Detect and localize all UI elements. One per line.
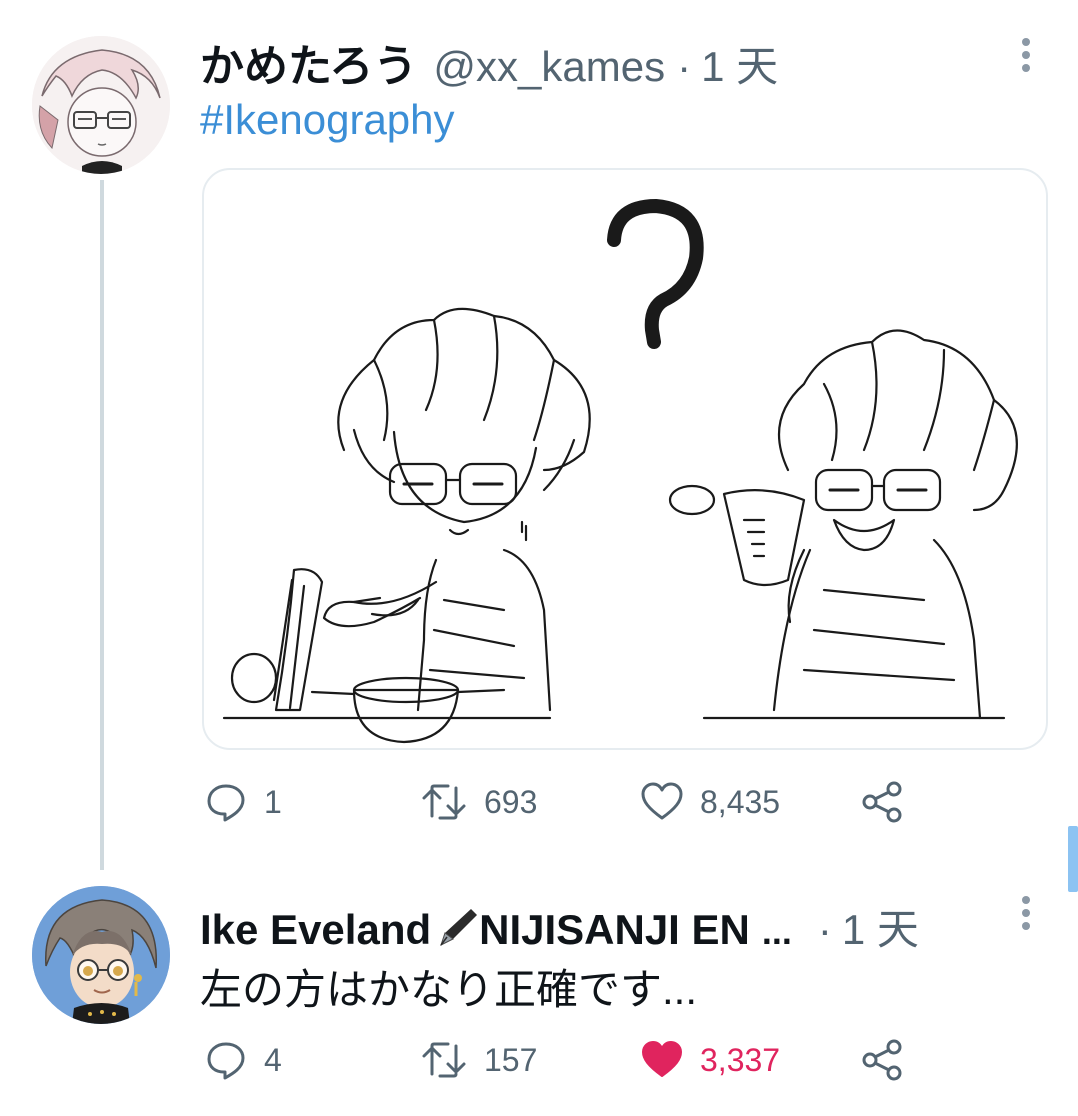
heart-icon — [642, 1041, 682, 1077]
tweet-actions: 1 693 8,435 — [200, 772, 960, 832]
like-count: 8,435 — [700, 783, 781, 820]
name-ellipsis: ... — [761, 911, 792, 952]
reply-button[interactable]: 4 — [204, 1030, 282, 1090]
tweet-image[interactable] — [202, 168, 1048, 750]
like-button[interactable]: 3,337 — [640, 1030, 780, 1090]
more-vertical-icon[interactable] — [1014, 38, 1038, 72]
tweet-ike-eveland[interactable]: Ike Eveland NIJISANJI EN ... · 1 天 左の方はか… — [0, 870, 1078, 1116]
retweet-icon — [422, 784, 466, 820]
display-name[interactable]: Ike Eveland — [200, 906, 431, 954]
retweet-count: 157 — [484, 1041, 538, 1078]
display-name-suffix[interactable]: NIJISANJI EN — [479, 906, 750, 954]
reply-count: 1 — [264, 783, 282, 820]
retweet-button[interactable]: 157 — [420, 1030, 537, 1090]
tweet-kametarou[interactable]: かめたろう @xx_kames · 1 天 #Ikenography 1 693… — [0, 0, 1078, 870]
separator-dot: · — [677, 43, 692, 90]
reply-count: 4 — [264, 1041, 282, 1078]
share-icon — [862, 1039, 902, 1081]
reply-icon — [207, 1042, 245, 1080]
tweet-header: かめたろう @xx_kames · 1 天 — [200, 30, 778, 94]
share-icon — [862, 781, 902, 823]
avatar-kametarou[interactable] — [32, 36, 170, 174]
retweet-button[interactable]: 693 — [420, 772, 537, 832]
separator-dot: · — [817, 906, 832, 953]
display-name[interactable]: かめたろう — [200, 30, 417, 94]
user-handle[interactable]: @xx_kames — [433, 43, 665, 91]
share-button[interactable] — [860, 772, 904, 832]
retweet-icon — [422, 1042, 466, 1078]
heart-icon — [641, 782, 683, 820]
more-vertical-icon[interactable] — [1014, 896, 1038, 930]
timestamp[interactable]: 1 天 — [842, 896, 919, 957]
thread-line — [100, 180, 104, 870]
reply-icon — [207, 784, 245, 822]
tweet-header: Ike Eveland NIJISANJI EN ... · 1 天 — [200, 896, 919, 957]
share-button[interactable] — [860, 1030, 904, 1090]
scrollbar[interactable] — [1068, 826, 1078, 892]
avatar-ike-eveland[interactable] — [32, 886, 170, 1024]
retweet-count: 693 — [484, 783, 538, 820]
like-button[interactable]: 8,435 — [640, 772, 780, 832]
like-count: 3,337 — [700, 1041, 781, 1078]
reply-button[interactable]: 1 — [204, 772, 282, 832]
fountain-pen-icon — [440, 908, 478, 946]
tweet-text: 左の方はかなり正確です... — [200, 966, 698, 1013]
tweet-actions: 4 157 3,337 — [200, 1030, 960, 1090]
hashtag-link[interactable]: #Ikenography — [200, 96, 455, 144]
timestamp[interactable]: 1 天 — [701, 33, 778, 94]
sketch-illustration — [222, 199, 1018, 744]
